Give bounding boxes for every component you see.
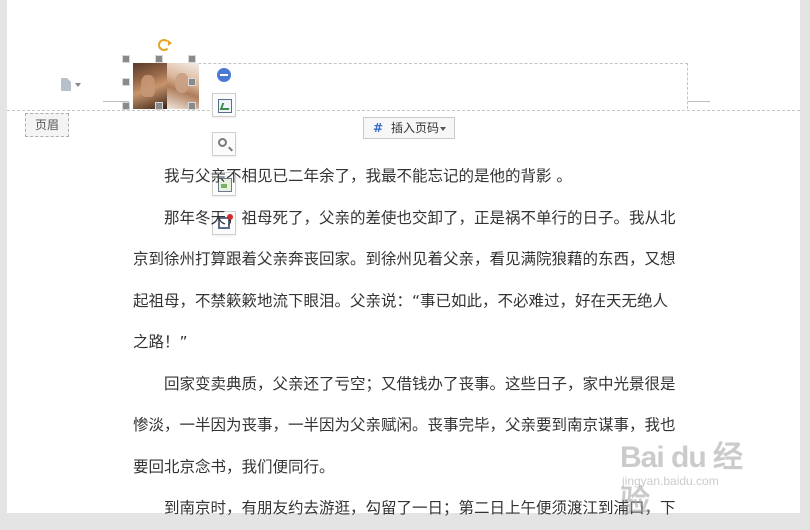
paragraph-line: 我与父亲不相见已二年余了，我最不能忘记的是他的背影 。 [164, 167, 572, 185]
zoom-in-button[interactable] [212, 132, 236, 156]
resize-handle-tl[interactable] [122, 55, 130, 63]
paragraph-line: 之路！” [133, 333, 188, 351]
resize-handle-bm[interactable] [155, 102, 163, 110]
page-number-icon [373, 118, 385, 138]
resize-handle-tm[interactable] [155, 55, 163, 63]
paragraph-line: 那年冬天，祖母死了，父亲的差使也交卸了，正是祸不单行的日子。我从北 [164, 208, 676, 227]
insert-page-number-button[interactable]: 插入页码 [363, 117, 455, 139]
document-body[interactable]: 我与父亲不相见已二年余了，我最不能忘记的是他的背影 。 那年冬天，祖母死了，父亲… [133, 156, 693, 530]
resize-handle-ml[interactable] [122, 78, 130, 86]
margin-corner-right [688, 101, 710, 102]
paragraph-line: 回家变卖典质，父亲还了亏空；又借钱办了丧事。这些日子，家中光景很是 [164, 374, 676, 393]
paragraph-line: 惨淡，一半因为丧事，一半因为父亲赋闲。丧事完毕，父亲要到南京谋事，我也 [133, 416, 676, 434]
chevron-down-icon[interactable] [440, 127, 446, 131]
document-icon[interactable] [61, 78, 85, 92]
resize-handle-tr[interactable] [188, 55, 196, 63]
header-divider [7, 110, 800, 111]
layout-options-button[interactable] [212, 93, 236, 117]
paragraph-line: 要回北京念书，我们便同行。 [133, 457, 335, 476]
zoom-in-icon [218, 138, 227, 147]
paragraph-line: 到南京时，有朋友约去游逛，勾留了一日；第二日上午便须渡江到浦口，下 [164, 499, 676, 517]
resize-handle-br[interactable] [188, 102, 196, 110]
header-label: 页眉 [25, 113, 69, 137]
paragraph-line: 京到徐州打算跟着父亲奔丧回家。到徐州见着父亲，看见满院狼藉的东西，又想 [133, 250, 676, 268]
resize-handle-bl[interactable] [122, 102, 130, 110]
layout-options-icon [218, 99, 232, 113]
paragraph-line: 起祖母，不禁簌簌地流下眼泪。父亲说：“事已如此，不必难过，好在天无绝人 [133, 291, 669, 310]
collapse-icon[interactable] [217, 68, 231, 82]
resize-handle-mr[interactable] [188, 78, 196, 86]
watermark-sub: jingyan.baidu.com [622, 474, 719, 488]
insert-page-number-label: 插入页码 [391, 121, 440, 135]
baidu-watermark: Bai du 经验 jingyan.baidu.com [620, 432, 770, 518]
rotate-icon[interactable] [158, 39, 172, 51]
